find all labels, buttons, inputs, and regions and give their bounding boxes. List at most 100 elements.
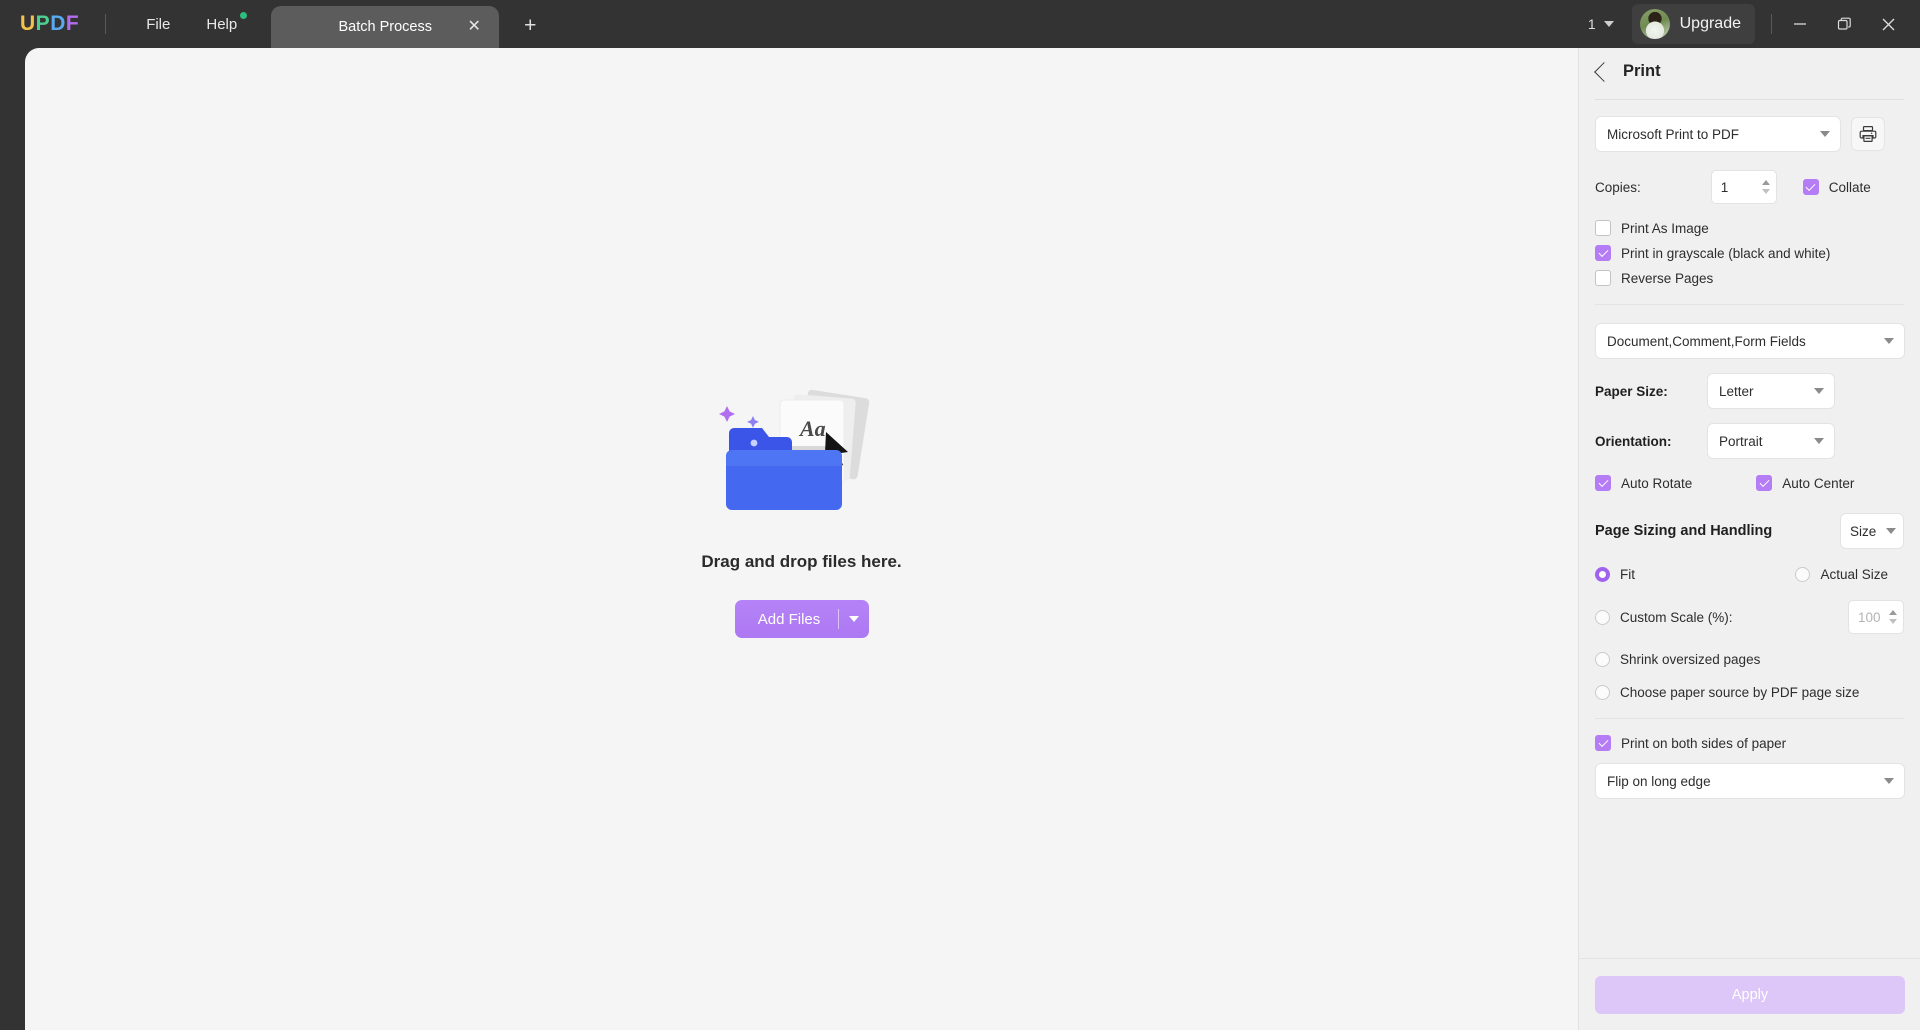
collate-checkbox[interactable] [1802, 179, 1819, 195]
auto-center-option[interactable]: Auto Center [1756, 475, 1854, 491]
updf-logo[interactable]: U P D F [20, 12, 79, 36]
duplex-flip-value: Flip on long edge [1607, 773, 1711, 789]
shrink-oversized-radio[interactable] [1595, 652, 1610, 667]
close-tab-icon[interactable]: ✕ [465, 18, 483, 36]
tab-batch-process[interactable]: Batch Process ✕ [271, 6, 500, 48]
maximize-button[interactable] [1822, 7, 1866, 41]
print-content-select[interactable]: Document,Comment,Form Fields [1595, 323, 1905, 359]
drop-zone-title: Drag and drop files here. [701, 552, 902, 571]
menu-help[interactable]: Help [188, 10, 255, 39]
orientation-value: Portrait [1719, 433, 1763, 449]
copies-stepper[interactable]: 1 [1710, 170, 1777, 204]
add-files-label: Add Files [757, 610, 821, 628]
paper-source-radio[interactable] [1595, 685, 1610, 700]
duplex-checkbox[interactable] [1595, 735, 1611, 751]
actual-size-radio[interactable] [1795, 567, 1811, 582]
print-grayscale-label: Print in grayscale (black and white) [1621, 245, 1831, 261]
fit-option[interactable]: Fit [1595, 567, 1635, 582]
avatar [1639, 9, 1670, 39]
stepper-down-icon[interactable] [1761, 189, 1770, 194]
paper-size-value: Letter [1719, 383, 1754, 399]
print-content-value: Document,Comment,Form Fields [1607, 333, 1806, 349]
print-grayscale-option[interactable]: Print in grayscale (black and white) [1595, 245, 1904, 261]
close-window-button[interactable] [1866, 7, 1910, 41]
reverse-pages-option[interactable]: Reverse Pages [1595, 270, 1904, 286]
body-shell: Aa Drag and drop files here. Add Files P… [0, 48, 1920, 1030]
stepper-up-icon[interactable] [1889, 610, 1897, 615]
title-bar: U P D F File Help Batch Process ✕ + 1 Up… [0, 0, 1920, 48]
shrink-oversized-option[interactable]: Shrink oversized pages [1595, 652, 1760, 667]
auto-options-row: Auto Rotate Auto Center [1595, 475, 1904, 491]
auto-rotate-checkbox[interactable] [1595, 475, 1611, 491]
custom-scale-stepper-arrows[interactable] [1889, 610, 1899, 624]
add-files-button[interactable]: Add Files [734, 600, 869, 638]
logo-divider [105, 14, 107, 34]
printer-select[interactable]: Microsoft Print to PDF [1595, 116, 1841, 152]
upgrade-label: Upgrade [1679, 15, 1741, 32]
auto-center-checkbox[interactable] [1756, 475, 1773, 491]
fit-radio[interactable] [1595, 567, 1610, 582]
stepper-up-icon[interactable] [1761, 180, 1770, 185]
orientation-row: Orientation: Portrait [1595, 423, 1904, 459]
logo-letter-f: F [65, 12, 80, 35]
custom-scale-label: Custom Scale (%): [1620, 609, 1733, 625]
titlebar-right: 1 Upgrade [1588, 0, 1920, 48]
minimize-button[interactable] [1778, 7, 1822, 41]
logo-letter-u: U [20, 12, 36, 35]
shrink-oversized-row: Shrink oversized pages [1595, 652, 1904, 667]
apply-button[interactable]: Apply [1595, 975, 1905, 1014]
copies-value: 1 [1720, 179, 1729, 195]
printer-select-value: Microsoft Print to PDF [1607, 126, 1740, 142]
copies-label: Copies: [1595, 179, 1641, 195]
drop-zone[interactable]: Aa Drag and drop files here. Add Files [25, 48, 1578, 1030]
tab-label: Batch Process [338, 19, 432, 35]
fit-label: Fit [1620, 567, 1635, 582]
main-canvas: Aa Drag and drop files here. Add Files [25, 48, 1578, 1030]
auto-rotate-label: Auto Rotate [1621, 475, 1693, 491]
options-divider [1595, 304, 1904, 305]
print-as-image-label: Print As Image [1621, 220, 1709, 236]
svg-text:Aa: Aa [798, 416, 826, 441]
custom-scale-radio[interactable] [1595, 609, 1610, 625]
auto-center-label: Auto Center [1782, 475, 1855, 491]
print-as-image-checkbox[interactable] [1595, 220, 1611, 236]
menu-file[interactable]: File [128, 10, 188, 39]
new-tab-icon[interactable]: + [517, 15, 543, 36]
page-sizing-mode-value: Size [1850, 523, 1877, 539]
paper-source-option[interactable]: Choose paper source by PDF page size [1595, 685, 1859, 700]
printer-properties-button[interactable] [1851, 117, 1885, 151]
panel-header-divider [1595, 99, 1904, 100]
duplex-divider [1595, 718, 1904, 719]
notification-dot-icon [240, 11, 248, 19]
copies-stepper-arrows[interactable] [1761, 180, 1772, 194]
reverse-pages-checkbox[interactable] [1595, 270, 1611, 286]
add-files-dropdown-button[interactable] [839, 616, 869, 622]
custom-scale-stepper[interactable]: 100 [1848, 600, 1904, 634]
custom-scale-value: 100 [1858, 609, 1881, 625]
custom-scale-row: Custom Scale (%): 100 [1595, 600, 1904, 634]
upgrade-button[interactable]: Upgrade [1631, 4, 1755, 44]
page-sizing-mode-select[interactable]: Size [1840, 513, 1904, 549]
printer-icon [1859, 126, 1877, 143]
print-as-image-option[interactable]: Print As Image [1595, 220, 1904, 236]
page-count-selector[interactable]: 1 [1588, 16, 1614, 32]
actual-size-option[interactable]: Actual Size [1795, 567, 1888, 582]
duplex-flip-select[interactable]: Flip on long edge [1595, 763, 1905, 799]
chevron-down-icon [1603, 21, 1614, 27]
apply-label: Apply [1731, 986, 1769, 1003]
print-grayscale-checkbox[interactable] [1595, 245, 1611, 261]
paper-size-label: Paper Size: [1595, 383, 1668, 399]
stepper-down-icon[interactable] [1889, 619, 1897, 624]
custom-scale-option[interactable]: Custom Scale (%): [1595, 609, 1733, 625]
duplex-option[interactable]: Print on both sides of paper [1595, 735, 1904, 751]
auto-rotate-option[interactable]: Auto Rotate [1595, 475, 1692, 491]
collate-option[interactable]: Collate [1802, 179, 1871, 195]
reverse-pages-label: Reverse Pages [1621, 270, 1714, 286]
chevron-down-icon [1820, 131, 1830, 137]
paper-size-select[interactable]: Letter [1707, 373, 1835, 409]
updf-window: U P D F File Help Batch Process ✕ + 1 Up… [0, 0, 1920, 1030]
chevron-left-icon[interactable] [1594, 61, 1614, 82]
chevron-down-icon [1886, 528, 1896, 534]
orientation-select[interactable]: Portrait [1707, 423, 1835, 459]
close-icon [1882, 18, 1894, 30]
